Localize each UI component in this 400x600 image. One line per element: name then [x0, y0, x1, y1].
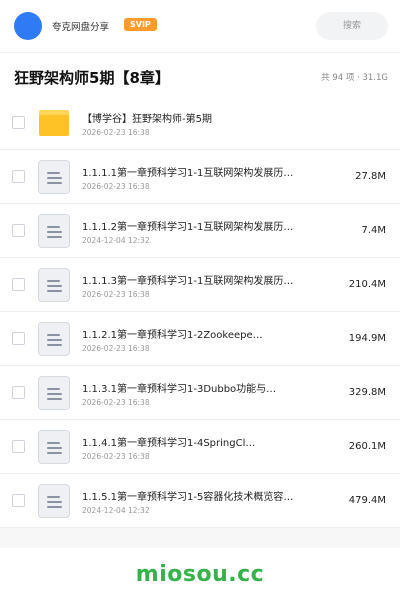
page-title: 狂野架构师5期【8章】	[14, 69, 170, 87]
file-name[interactable]: 1.1.5.1第一章预科学习1-5容器化技术概览容…	[82, 488, 314, 503]
select-checkbox[interactable]	[12, 440, 25, 453]
document-icon	[38, 376, 70, 410]
list-footer-divider	[0, 528, 400, 548]
document-icon	[38, 268, 70, 302]
document-icon	[38, 160, 70, 194]
file-date: 2024-12-04 12:32	[82, 236, 150, 245]
file-row[interactable]: 【博学谷】狂野架构师-第5期 2026-02-23 16:38	[0, 96, 400, 150]
folder-icon	[38, 106, 70, 140]
file-row[interactable]: 1.1.2.1第一章预科学习1-2Zookeepe… 2026-02-23 16…	[0, 312, 400, 366]
file-row[interactable]: 1.1.1.2第一章预科学习1-1互联网架构发展历… 2024-12-04 12…	[0, 204, 400, 258]
folder-header: 狂野架构师5期【8章】 共 94 项 · 31.1G	[0, 53, 400, 99]
file-date: 2026-02-23 16:38	[82, 182, 150, 191]
select-checkbox[interactable]	[12, 224, 25, 237]
avatar[interactable]	[14, 12, 42, 40]
file-name[interactable]: 1.1.1.1第一章预科学习1-1互联网架构发展历…	[82, 164, 314, 179]
select-checkbox[interactable]	[12, 170, 25, 183]
document-icon	[38, 484, 70, 518]
document-icon	[38, 322, 70, 356]
file-size: 260.1M	[348, 441, 386, 452]
file-size: 27.8M	[355, 171, 386, 182]
document-icon	[38, 430, 70, 464]
file-name[interactable]: 1.1.1.2第一章预科学习1-1互联网架构发展历…	[82, 218, 314, 233]
svip-badge: SVIP	[124, 18, 157, 31]
file-date: 2026-02-23 16:38	[82, 452, 150, 461]
file-date: 2024-12-04 12:32	[82, 506, 150, 515]
search-button[interactable]: 搜索	[316, 12, 388, 40]
file-row[interactable]: 1.1.5.1第一章预科学习1-5容器化技术概览容… 2024-12-04 12…	[0, 474, 400, 528]
file-name[interactable]: 1.1.1.3第一章预科学习1-1互联网架构发展历…	[82, 272, 314, 287]
select-checkbox[interactable]	[12, 386, 25, 399]
file-date: 2026-02-23 16:38	[82, 128, 150, 137]
file-date: 2026-02-23 16:38	[82, 290, 150, 299]
file-date: 2026-02-23 16:38	[82, 398, 150, 407]
select-checkbox[interactable]	[12, 116, 25, 129]
file-size: 210.4M	[348, 279, 386, 290]
file-size: 7.4M	[361, 225, 386, 236]
file-date: 2026-02-23 16:38	[82, 344, 150, 353]
file-row[interactable]: 1.1.1.1第一章预科学习1-1互联网架构发展历… 2026-02-23 16…	[0, 150, 400, 204]
file-size: 479.4M	[348, 495, 386, 506]
select-checkbox[interactable]	[12, 332, 25, 345]
file-row[interactable]: 1.1.1.3第一章预科学习1-1互联网架构发展历… 2026-02-23 16…	[0, 258, 400, 312]
file-row[interactable]: 1.1.3.1第一章预科学习1-3Dubbo功能与… 2026-02-23 16…	[0, 366, 400, 420]
watermark: miosou.cc	[135, 562, 265, 587]
file-size: 329.8M	[348, 387, 386, 398]
file-row[interactable]: 1.1.4.1第一章预科学习1-4SpringCl… 2026-02-23 16…	[0, 420, 400, 474]
item-summary: 共 94 项 · 31.1G	[321, 73, 388, 83]
owner-name[interactable]: 夸克网盘分享	[52, 19, 109, 33]
file-name[interactable]: 1.1.2.1第一章预科学习1-2Zookeepe…	[82, 326, 314, 341]
file-list: 【博学谷】狂野架构师-第5期 2026-02-23 16:38 1.1.1.1第…	[0, 96, 400, 528]
file-size: 194.9M	[348, 333, 386, 344]
file-name[interactable]: 1.1.3.1第一章预科学习1-3Dubbo功能与…	[82, 380, 314, 395]
select-checkbox[interactable]	[12, 278, 25, 291]
select-checkbox[interactable]	[12, 494, 25, 507]
document-icon	[38, 214, 70, 248]
file-name[interactable]: 【博学谷】狂野架构师-第5期	[82, 110, 314, 125]
top-bar: 夸克网盘分享 SVIP 搜索	[0, 0, 400, 52]
file-name[interactable]: 1.1.4.1第一章预科学习1-4SpringCl…	[82, 434, 314, 449]
